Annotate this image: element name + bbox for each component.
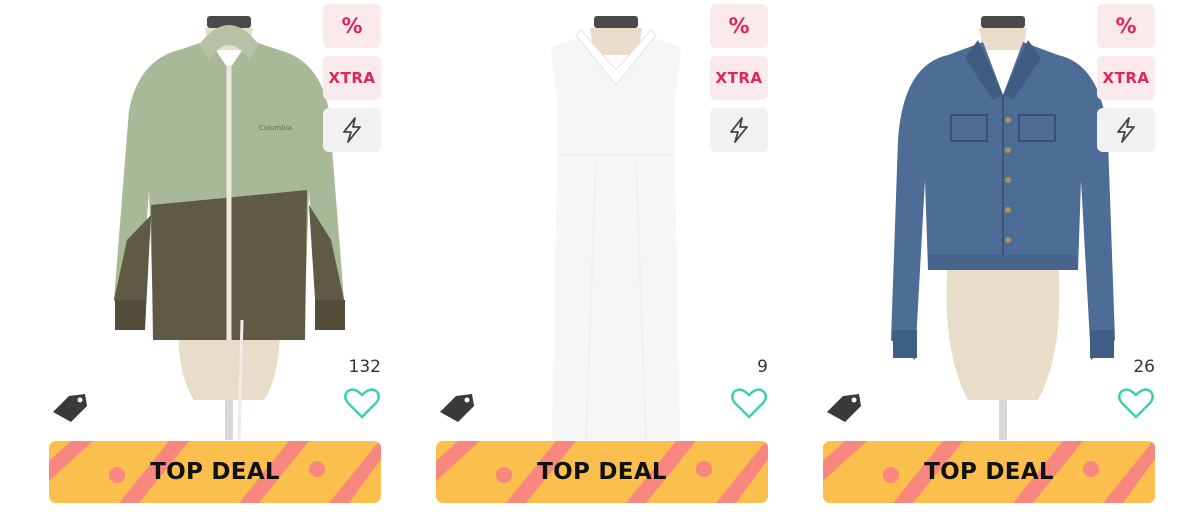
flash-badge[interactable] [323,108,381,152]
top-deal-button[interactable]: TOP DEAL [823,441,1155,503]
lightning-icon [730,117,748,143]
top-deal-label: TOP DEAL [537,459,667,485]
heart-outline-icon[interactable] [1117,384,1155,422]
like-count: 132 [348,357,381,377]
top-deal-button[interactable]: TOP DEAL [49,441,381,503]
like-count: 9 [757,357,768,377]
discount-badge[interactable]: % [710,4,768,48]
like-count: 26 [1133,357,1155,377]
price-tag-icon[interactable] [49,390,91,424]
price-tag-icon[interactable] [436,390,478,424]
heart-outline-icon[interactable] [343,384,381,422]
flash-badge[interactable] [1097,108,1155,152]
lightning-icon [343,117,361,143]
discount-badge[interactable]: % [1097,4,1155,48]
product-card[interactable]: % XTRA 9 TOP DEAL [436,0,768,512]
xtra-badge[interactable]: XTRA [710,56,768,100]
top-deal-label: TOP DEAL [924,459,1054,485]
xtra-badge[interactable]: XTRA [1097,56,1155,100]
xtra-badge[interactable]: XTRA [323,56,381,100]
heart-outline-icon[interactable] [730,384,768,422]
lightning-icon [1117,117,1135,143]
product-card[interactable]: % XTRA 26 TOP DEAL [823,0,1155,512]
price-tag-icon[interactable] [823,390,865,424]
svg-text:Columbia: Columbia [259,124,292,132]
flash-badge[interactable] [710,108,768,152]
top-deal-button[interactable]: TOP DEAL [436,441,768,503]
top-deal-label: TOP DEAL [150,459,280,485]
discount-badge[interactable]: % [323,4,381,48]
product-card[interactable]: Columbia % XTRA 132 TOP DEAL [49,0,381,512]
